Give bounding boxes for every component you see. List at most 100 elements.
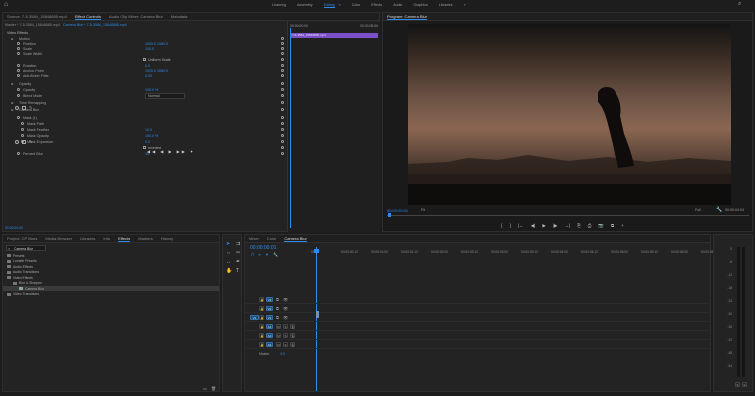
blend-mode-dropdown[interactable]: Normal <box>145 92 185 99</box>
workspace-tab-audio[interactable]: Audio <box>393 3 402 8</box>
reset-icon[interactable] <box>281 101 284 104</box>
stopwatch-icon[interactable] <box>17 74 20 77</box>
selection-tool-icon[interactable]: ➤ <box>226 241 232 247</box>
reset-icon[interactable] <box>281 42 284 45</box>
pen-mask-icon[interactable]: ✎ <box>29 106 32 110</box>
property-value[interactable]: 1920.0 1080.0 <box>145 42 168 46</box>
reset-icon[interactable] <box>281 108 284 111</box>
extract-icon[interactable]: ⎙ <box>588 223 592 229</box>
effects-tree-item[interactable]: Lumetri Presets <box>3 259 219 264</box>
effects-tree-item[interactable]: Audio Transitions <box>3 270 219 275</box>
reset-icon[interactable] <box>281 134 284 137</box>
ec-tab-3[interactable]: Metadata <box>171 14 188 19</box>
timeline-tab-0[interactable]: Mixer <box>249 236 259 241</box>
snap-icon[interactable]: ⊓ <box>251 252 254 257</box>
property-value[interactable]: 100.0 <box>145 47 154 51</box>
property-value[interactable]: 100.0 % <box>145 88 158 92</box>
playhead-handle[interactable] <box>314 249 319 253</box>
mute-button[interactable]: M <box>276 324 281 329</box>
property-value[interactable]: 10.0 <box>145 128 152 132</box>
sync-lock-icon[interactable]: ⧉ <box>276 297 279 302</box>
step-forward-icon[interactable]: |▶ <box>553 223 558 229</box>
clip-name-label[interactable]: Camera Blur * 7-5-3584_15848885.mp4 <box>63 23 127 27</box>
lift-icon[interactable]: ⎘ <box>577 223 581 229</box>
add-marker-icon[interactable]: ▼ <box>265 252 269 257</box>
reset-icon[interactable] <box>281 140 284 143</box>
master-clip-label[interactable]: Master * 7-5-3584_15848885.mp4 <box>5 23 60 27</box>
track-select-tool-icon[interactable]: ⇉ <box>236 241 242 247</box>
program-scrubber[interactable] <box>387 215 749 216</box>
mute-button[interactable]: M <box>276 342 281 347</box>
project-tab-3[interactable]: Info <box>103 236 110 241</box>
linked-selection-icon[interactable]: ∞ <box>258 252 261 257</box>
workspace-tab-color[interactable]: Color <box>352 3 361 8</box>
sync-lock-icon[interactable]: ⧉ <box>276 306 279 311</box>
property-value[interactable]: 0.00 <box>145 74 152 78</box>
track-lock-icon[interactable]: 🔒 <box>259 324 264 329</box>
reset-icon[interactable] <box>281 37 284 40</box>
ec-playhead[interactable] <box>290 28 291 228</box>
effects-tree-item[interactable]: Presets <box>3 253 219 258</box>
stopwatch-icon[interactable] <box>17 42 20 45</box>
workspace-menu-icon[interactable]: ≡ <box>339 3 341 8</box>
ripple-edit-tool-icon[interactable]: ⇔ <box>226 250 232 256</box>
project-tab-2[interactable]: Libraries <box>80 236 95 241</box>
stopwatch-icon[interactable] <box>17 94 20 97</box>
track-target-button[interactable]: V2 <box>266 306 273 311</box>
ec-clip-bar[interactable]: 7-5-3584_15848885.mp4 <box>290 33 378 38</box>
eye-icon[interactable]: 👁 <box>283 315 288 320</box>
track-lock-icon[interactable]: 🔒 <box>259 306 264 311</box>
effects-tree-item[interactable]: Video Transitions <box>3 292 219 297</box>
track-target-button[interactable]: V1 <box>266 315 273 320</box>
razor-tool-icon[interactable]: ✂ <box>236 250 242 256</box>
timeline-timecode[interactable]: 00:00:00:01 <box>250 245 276 251</box>
project-tab-1[interactable]: Media Browser <box>45 236 72 241</box>
timeline-tab-2[interactable]: Camera Blur <box>284 236 307 242</box>
pen-mask-icon[interactable]: ✎ <box>29 140 32 144</box>
effects-tree-item[interactable]: Blur & Sharpen <box>3 281 219 286</box>
go-to-out-icon[interactable]: →| <box>564 223 570 229</box>
solo-button[interactable]: S <box>283 324 288 329</box>
reset-icon[interactable] <box>281 64 284 67</box>
track-target-button[interactable]: V3 <box>266 297 273 302</box>
fx-badge-icon[interactable]: fx <box>11 37 13 41</box>
playback-resolution[interactable]: Full <box>695 208 701 212</box>
ellipse-mask-icon[interactable] <box>15 106 19 110</box>
stopwatch-icon[interactable] <box>17 88 20 91</box>
source-patch-v1[interactable]: V1 <box>250 315 259 320</box>
reset-icon[interactable] <box>281 94 284 97</box>
play-icon[interactable]: ▶ <box>542 223 545 229</box>
stopwatch-icon[interactable] <box>17 152 20 155</box>
property-value[interactable]: 0.0 <box>145 64 150 68</box>
search-icon[interactable]: ⌕ <box>738 1 741 8</box>
track-lock-icon[interactable]: 🔒 <box>259 315 264 320</box>
ellipse-mask-icon[interactable] <box>15 140 19 144</box>
track-lock-icon[interactable]: 🔒 <box>259 333 264 338</box>
reset-icon[interactable] <box>281 47 284 50</box>
reset-icon[interactable] <box>281 152 284 155</box>
mic-button[interactable]: 🎙 <box>290 333 295 338</box>
pen-tool-icon[interactable]: ✒ <box>236 259 242 265</box>
ec-tab-1[interactable]: Effect Controls <box>74 14 101 20</box>
reset-icon[interactable] <box>281 69 284 72</box>
reset-icon[interactable] <box>281 74 284 77</box>
track-lock-icon[interactable]: 🔒 <box>259 342 264 347</box>
mic-button[interactable]: 🎙 <box>290 342 295 347</box>
workspace-tab-assembly[interactable]: Assembly <box>297 3 313 8</box>
rectangle-mask-icon[interactable] <box>22 140 26 144</box>
delete-icon[interactable]: 🗑 <box>211 386 216 391</box>
track-target-button[interactable]: A1 <box>266 324 273 329</box>
eye-icon[interactable]: 👁 <box>283 306 288 311</box>
property-value[interactable]: 0.0 <box>145 140 150 144</box>
property-value[interactable]: Uniform Scale <box>148 58 171 62</box>
more-workspaces-icon[interactable]: » <box>464 3 466 8</box>
timeline-tab-1[interactable]: Color <box>267 236 277 241</box>
settings-icon[interactable]: 🔧 <box>716 207 722 213</box>
sync-lock-icon[interactable]: ⧉ <box>276 315 279 320</box>
program-playhead[interactable] <box>388 213 391 217</box>
solo-right-button[interactable]: S <box>742 382 747 387</box>
reset-icon[interactable] <box>281 116 284 119</box>
mute-button[interactable]: M <box>276 333 281 338</box>
project-tab-6[interactable]: History <box>161 236 173 241</box>
project-tab-0[interactable]: Project: CP Blurs <box>7 236 37 241</box>
